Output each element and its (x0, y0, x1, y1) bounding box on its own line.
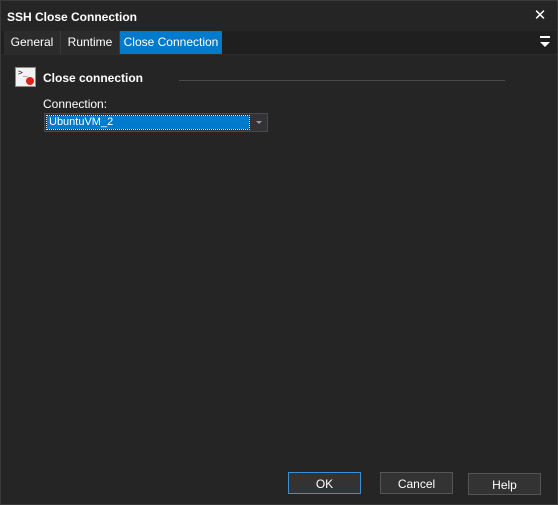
help-button[interactable]: Help (468, 473, 541, 495)
terminal-close-icon: >_ (15, 67, 36, 87)
tab-menu-icon[interactable] (539, 36, 551, 49)
connection-selected-value: UbuntuVM_2 (46, 115, 250, 130)
tab-bar: General Runtime Close Connection (1, 31, 557, 55)
chevron-down-icon[interactable] (256, 121, 262, 124)
connection-label: Connection: (43, 97, 108, 111)
dialog-window: SSH Close Connection ✕ General Runtime C… (0, 0, 558, 505)
title-bar: SSH Close Connection ✕ (1, 1, 557, 31)
cancel-button[interactable]: Cancel (380, 472, 453, 494)
ok-button[interactable]: OK (288, 472, 361, 494)
tab-general[interactable]: General (4, 31, 61, 54)
tab-close-connection[interactable]: Close Connection (120, 31, 222, 54)
section-divider (179, 80, 505, 81)
window-title: SSH Close Connection (7, 10, 138, 24)
section-title: Close connection (43, 71, 144, 85)
connection-select[interactable]: UbuntuVM_2 (44, 113, 268, 132)
tab-content: >_ Close connection Connection: UbuntuVM… (1, 55, 557, 465)
close-icon[interactable]: ✕ (531, 7, 549, 25)
tab-runtime[interactable]: Runtime (61, 31, 120, 54)
